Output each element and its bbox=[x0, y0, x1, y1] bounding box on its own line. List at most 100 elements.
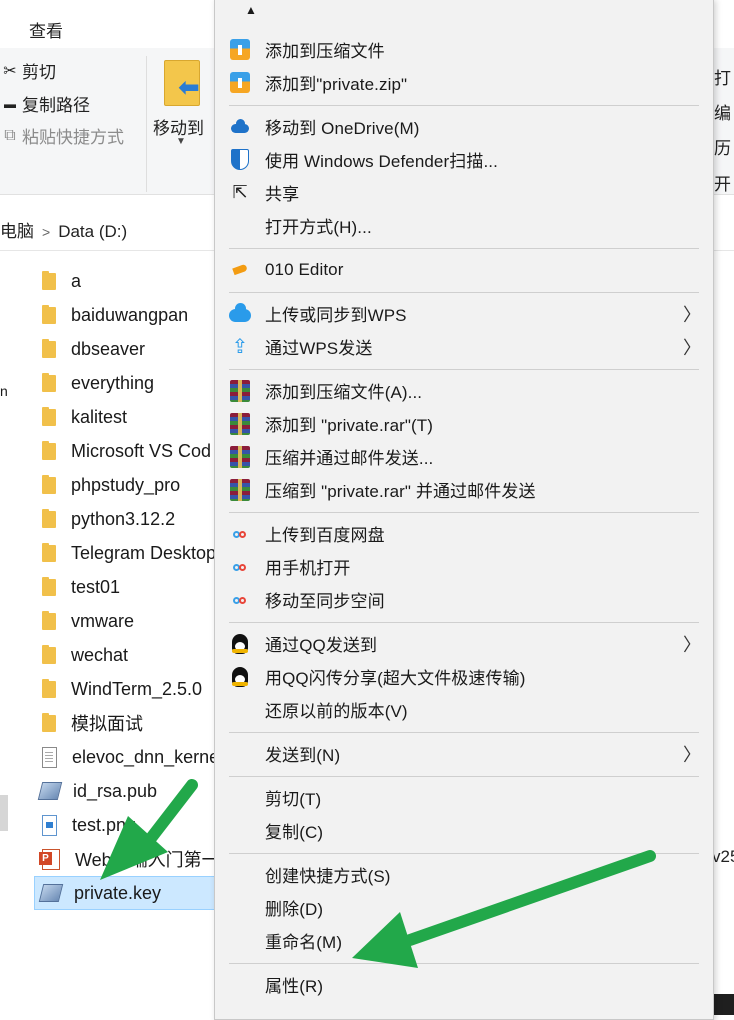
menu-label: 打开方式(H)... bbox=[265, 218, 372, 237]
folder-icon bbox=[42, 712, 56, 732]
file-name: baiduwangpan bbox=[71, 304, 189, 325]
menu-item-rar-add-private[interactable]: 添加到 "private.rar"(T) bbox=[215, 407, 713, 440]
folder-icon bbox=[42, 304, 56, 324]
scissors-icon: ✂ bbox=[3, 62, 17, 80]
menu-label: 上传或同步到WPS bbox=[265, 306, 407, 325]
baidu-netdisk-icon bbox=[229, 556, 251, 578]
file-name: dbseaver bbox=[71, 338, 146, 359]
share-icon: ⇱ bbox=[232, 182, 248, 202]
file-name: id_rsa.pub bbox=[73, 780, 158, 801]
winrar-icon bbox=[229, 445, 251, 468]
ribbon-divider bbox=[146, 56, 147, 192]
paste-shortcut-icon: ⧉ bbox=[4, 126, 16, 144]
onedrive-cloud-icon bbox=[229, 116, 251, 138]
menu-item-rar-add-archive[interactable]: 添加到压缩文件(A)... bbox=[215, 374, 713, 407]
menu-label: 添加到"private.zip" bbox=[265, 75, 408, 94]
paste-shortcut-button[interactable]: ⧉ 粘贴快捷方式 bbox=[0, 123, 124, 148]
menu-item-delete[interactable]: 删除(D) bbox=[215, 891, 713, 924]
chevron-right-icon: 〉 bbox=[683, 337, 701, 358]
ribbon-fragment-edit: 编 bbox=[714, 104, 731, 123]
copy-path-button[interactable]: ▬ 复制路径 bbox=[0, 91, 90, 116]
menu-label: 使用 Windows Defender扫描... bbox=[265, 152, 498, 171]
menu-item-restore-versions[interactable]: 还原以前的版本(V) bbox=[215, 693, 713, 726]
wps-cloud-icon bbox=[229, 303, 251, 325]
chevron-right-icon: 〉 bbox=[683, 304, 701, 325]
menu-label: 用QQ闪传分享(超大文件极速传输) bbox=[265, 669, 526, 688]
menu-item-rar-compress-email[interactable]: 压缩并通过邮件发送... bbox=[215, 440, 713, 473]
menu-label: 添加到压缩文件(A)... bbox=[265, 383, 423, 402]
file-name: a bbox=[71, 270, 82, 291]
menu-item-send-to[interactable]: 发送到(N) 〉 bbox=[215, 737, 713, 770]
winrar-icon bbox=[229, 379, 251, 402]
010-editor-icon bbox=[229, 259, 251, 281]
menu-item-baidu-upload[interactable]: 上传到百度网盘 bbox=[215, 517, 713, 550]
menu-item-cut[interactable]: 剪切(T) bbox=[215, 781, 713, 814]
menu-label: 发送到(N) bbox=[265, 746, 341, 765]
folder-icon bbox=[42, 508, 56, 528]
nav-pane-fragment: n bbox=[0, 383, 8, 399]
menu-label: 通过QQ发送到 bbox=[265, 636, 378, 655]
path-icon: ▬ bbox=[4, 96, 16, 111]
menu-separator bbox=[229, 292, 699, 293]
folder-icon bbox=[42, 610, 56, 630]
file-name: 模拟面试 bbox=[71, 714, 143, 734]
qq-penguin-icon bbox=[229, 633, 251, 655]
menu-separator bbox=[229, 732, 699, 733]
menu-label: 重命名(M) bbox=[265, 933, 343, 952]
wps-send-icon: ⇪ bbox=[231, 336, 249, 358]
menu-item-move-onedrive[interactable]: 移动到 OneDrive(M) bbox=[215, 110, 713, 143]
move-to-button[interactable]: ⬅ 移动到 ▼ bbox=[150, 58, 216, 148]
menu-item-send-wps[interactable]: ⇪ 通过WPS发送 〉 bbox=[215, 330, 713, 363]
winrar-icon bbox=[229, 412, 251, 435]
list-item-selected[interactable]: private.key bbox=[34, 876, 216, 910]
menu-item-open-with[interactable]: 打开方式(H)... bbox=[215, 209, 713, 242]
file-name: elevoc_dnn_kerne bbox=[72, 746, 220, 767]
qq-penguin-icon bbox=[229, 666, 251, 688]
folder-icon bbox=[42, 542, 56, 562]
menu-item-rar-compress-private-email[interactable]: 压缩到 "private.rar" 并通过邮件发送 bbox=[215, 473, 713, 506]
baidu-netdisk-icon bbox=[229, 589, 251, 611]
menu-separator bbox=[229, 853, 699, 854]
window-edge bbox=[712, 994, 734, 1015]
menu-label: 属性(R) bbox=[265, 977, 324, 996]
menu-item-add-to-archive[interactable]: 添加到压缩文件 bbox=[215, 33, 713, 66]
menu-item-rename[interactable]: 重命名(M) bbox=[215, 924, 713, 957]
menu-item-defender-scan[interactable]: 使用 Windows Defender扫描... bbox=[215, 143, 713, 176]
menu-separator bbox=[229, 105, 699, 106]
menu-item-copy[interactable]: 复制(C) bbox=[215, 814, 713, 847]
menu-item-properties[interactable]: 属性(R) bbox=[215, 968, 713, 1001]
ribbon-fragment-open: 打 bbox=[714, 69, 731, 88]
menu-label: 删除(D) bbox=[265, 900, 324, 919]
menu-item-add-to-zip[interactable]: 添加到"private.zip" bbox=[215, 66, 713, 99]
file-name: wechat bbox=[71, 644, 129, 665]
chevron-down-icon: ▼ bbox=[176, 136, 186, 147]
menu-label: 创建快捷方式(S) bbox=[265, 867, 391, 886]
menu-item-upload-wps[interactable]: 上传或同步到WPS 〉 bbox=[215, 297, 713, 330]
menu-item-baidu-phone[interactable]: 用手机打开 bbox=[215, 550, 713, 583]
menu-item-share[interactable]: ⇱ 共享 bbox=[215, 176, 713, 209]
file-name: Telegram Desktop bbox=[71, 542, 217, 563]
ribbon-fragment-open2: 开 bbox=[714, 175, 731, 194]
menu-item-qq-flash[interactable]: 用QQ闪传分享(超大文件极速传输) bbox=[215, 660, 713, 693]
file-name: vmware bbox=[71, 610, 135, 631]
file-name: python3.12.2 bbox=[71, 508, 176, 529]
folder-icon bbox=[42, 338, 56, 358]
menu-item-baidu-sync[interactable]: 移动至同步空间 bbox=[215, 583, 713, 616]
tab-view[interactable]: 查看 bbox=[29, 17, 63, 42]
nav-pane-scroll-thumb[interactable] bbox=[0, 795, 8, 831]
menu-label: 移动至同步空间 bbox=[265, 592, 385, 611]
menu-label: 共享 bbox=[265, 185, 300, 204]
chevron-right-icon: > bbox=[42, 224, 51, 240]
menu-separator bbox=[229, 512, 699, 513]
menu-item-create-shortcut[interactable]: 创建快捷方式(S) bbox=[215, 858, 713, 891]
breadcrumb-data-drive[interactable]: Data (D:) bbox=[58, 222, 127, 241]
menu-item-010-editor[interactable]: 010 Editor bbox=[215, 253, 713, 286]
menu-label: 添加到 "private.rar"(T) bbox=[265, 416, 434, 435]
menu-item-qq-send[interactable]: 通过QQ发送到 〉 bbox=[215, 627, 713, 660]
image-file-icon bbox=[42, 814, 57, 836]
breadcrumb-pc[interactable]: 电脑 bbox=[0, 222, 34, 241]
file-name: everything bbox=[71, 372, 155, 393]
cut-button[interactable]: ✂ 剪切 bbox=[0, 58, 56, 83]
scroll-up-arrow-icon[interactable]: ▲ bbox=[245, 3, 257, 17]
menu-label: 压缩到 "private.rar" 并通过邮件发送 bbox=[265, 482, 536, 501]
